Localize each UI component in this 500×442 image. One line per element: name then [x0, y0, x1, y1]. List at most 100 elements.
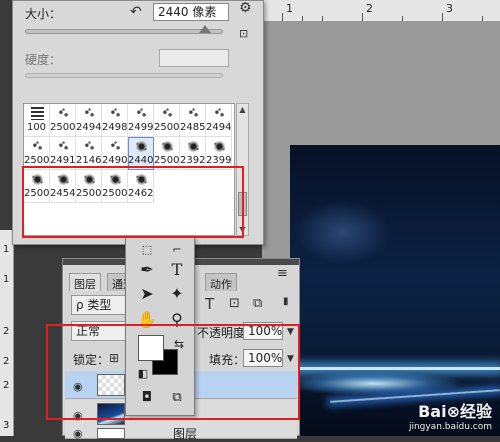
brush-preset-cell[interactable]: 100: [24, 104, 50, 137]
layer-row[interactable]: ◉ 图层: [65, 427, 297, 441]
splatter-brush-icon: [213, 140, 226, 153]
reset-size-icon[interactable]: ↶: [130, 5, 142, 19]
left-ruler: 1 1 2 2 2 3: [0, 230, 14, 436]
ruler-tick: [282, 13, 283, 21]
blend-mode-select[interactable]: 正常: [71, 321, 127, 341]
size-slider-handle[interactable]: [199, 25, 211, 33]
tab-layers[interactable]: 图层: [69, 273, 101, 291]
brush-preset-cell[interactable]: 2440: [128, 137, 154, 170]
splatter-brush-icon: [109, 173, 122, 186]
chevron-down-icon[interactable]: ▼: [287, 325, 294, 339]
scatter-brush-icon: [57, 140, 70, 153]
tab-actions[interactable]: 动作: [205, 273, 237, 291]
chevron-down-icon[interactable]: ▼: [287, 352, 294, 366]
hardness-field: [159, 49, 229, 67]
brush-preset-cell[interactable]: 2500: [24, 170, 50, 203]
gear-icon[interactable]: ⚙: [239, 1, 252, 15]
scatter-brush-icon: [135, 107, 148, 120]
brush-preset-cell[interactable]: 2500: [102, 170, 128, 203]
quick-mask-icon[interactable]: ◘: [136, 387, 158, 409]
fill-field[interactable]: 100%: [243, 349, 283, 367]
splatter-brush-icon: [31, 173, 44, 186]
scrollbar-thumb[interactable]: [238, 192, 247, 216]
brush-size-label: 2499: [128, 122, 154, 133]
zoom-tool-icon[interactable]: ⚲: [166, 309, 188, 331]
watermark-site: jingyan.baidu.com: [408, 422, 492, 432]
brush-preset-cell[interactable]: 2399: [206, 137, 232, 170]
brush-preset-cell[interactable]: 2500: [50, 104, 76, 137]
ruler-tick: [402, 16, 403, 21]
brush-preset-cell[interactable]: 2500: [154, 137, 180, 170]
brush-preset-cell[interactable]: 2500: [154, 104, 180, 137]
brush-size-label: 2500: [154, 122, 180, 133]
layer-filter-select[interactable]: ρ 类型: [71, 295, 127, 315]
brush-size-label: 2392: [180, 155, 206, 166]
scatter-brush-icon: [57, 107, 70, 120]
lock-label: 锁定：: [73, 353, 110, 367]
brush-size-label: 2490: [102, 155, 128, 166]
brush-preset-cell[interactable]: 2146: [76, 137, 102, 170]
ruler-number: 1: [3, 244, 10, 255]
shape-filter-icon[interactable]: ⊡: [229, 297, 240, 311]
marquee-tool-icon[interactable]: ⬚: [136, 239, 158, 261]
new-preset-icon[interactable]: ⊡: [239, 27, 248, 41]
swap-colors-icon[interactable]: ⇆: [168, 333, 190, 355]
brush-preset-cell[interactable]: 2494: [206, 104, 232, 137]
top-ruler: 1 2 3: [262, 0, 500, 22]
brush-preset-cell[interactable]: 2499: [128, 104, 154, 137]
pen-tool-icon[interactable]: ✒: [136, 259, 158, 281]
ruler-tick: [482, 16, 483, 21]
foreground-color-swatch-front[interactable]: [138, 335, 164, 361]
type-tool-icon[interactable]: T: [166, 259, 188, 281]
default-colors-icon[interactable]: ◧: [132, 363, 154, 385]
size-field[interactable]: 2440 像素: [153, 3, 229, 21]
brush-preset-cell[interactable]: 2454: [50, 170, 76, 203]
scatter-brush-icon: [213, 107, 226, 120]
lock-transparent-icon[interactable]: ⊞: [109, 351, 119, 365]
brush-preset-cell[interactable]: 2500: [24, 137, 50, 170]
hand-tool-icon[interactable]: ✋: [136, 309, 158, 331]
scroll-up-icon[interactable]: ▲: [237, 104, 248, 115]
size-slider-track[interactable]: [25, 29, 223, 34]
ruler-tick: [442, 13, 443, 21]
eye-icon[interactable]: ◉: [73, 409, 83, 422]
smart-object-filter-icon[interactable]: ⧉: [253, 297, 262, 311]
ruler-number: 2: [3, 356, 10, 367]
brush-preset-cell[interactable]: 2462: [128, 170, 154, 203]
watermark-brand: Bai⊗经验: [418, 402, 492, 421]
scatter-brush-icon: [109, 140, 122, 153]
preset-scrollbar[interactable]: ▲ ▼: [236, 103, 249, 236]
panel-menu-icon[interactable]: ≡: [277, 267, 288, 281]
eye-icon[interactable]: ◉: [73, 380, 83, 393]
brush-preset-cell[interactable]: 2392: [180, 137, 206, 170]
fill-label: 填充：: [209, 353, 246, 367]
brush-preset-cell[interactable]: 2491: [50, 137, 76, 170]
brush-size-label: 2399: [206, 155, 232, 166]
brush-preset-cell[interactable]: 2494: [76, 104, 102, 137]
brush-preset-picker: 大小： ↶ 2440 像素 ⚙ ⊡ 硬度： 100 2500 2494 2498 249…: [12, 0, 264, 245]
type-filter-icon[interactable]: T: [205, 297, 214, 312]
screen-mode-icon[interactable]: ⧉: [166, 387, 188, 409]
custom-shape-tool-icon[interactable]: ✦: [166, 283, 188, 305]
path-selection-tool-icon[interactable]: ➤: [136, 283, 158, 305]
brush-size-label: 2485: [180, 122, 206, 133]
scroll-down-icon[interactable]: ▼: [237, 224, 248, 235]
ruler-number: 3: [446, 2, 453, 15]
layer-name: 图层: [173, 427, 198, 441]
document-canvas[interactable]: [290, 145, 500, 436]
brush-preset-cell[interactable]: 2498: [102, 104, 128, 137]
ruler-number: 2: [3, 380, 10, 391]
filter-toggle-icon[interactable]: ▮: [283, 295, 289, 309]
crop-tool-icon[interactable]: ⌐: [166, 239, 188, 261]
layer-thumbnail: [97, 428, 125, 439]
toolbox-panel: ⬚ ⌐ ✒ T ➤ ✦ ✋ ⚲ ⇆ ◧ ◘ ⧉: [125, 236, 195, 416]
brush-preset-cell[interactable]: 2485: [180, 104, 206, 137]
ruler-number: 2: [3, 326, 10, 337]
layer-thumbnail: [97, 403, 125, 425]
brush-preset-cell[interactable]: 2490: [102, 137, 128, 170]
brush-preset-grid: 100 2500 2494 2498 2499 2500 2485 2494 2500 2491 2…: [23, 103, 235, 236]
opacity-field[interactable]: 100%: [243, 322, 283, 340]
brush-preset-cell[interactable]: 2500: [76, 170, 102, 203]
eye-icon[interactable]: ◉: [73, 427, 83, 440]
brush-size-label: 2494: [206, 122, 232, 133]
